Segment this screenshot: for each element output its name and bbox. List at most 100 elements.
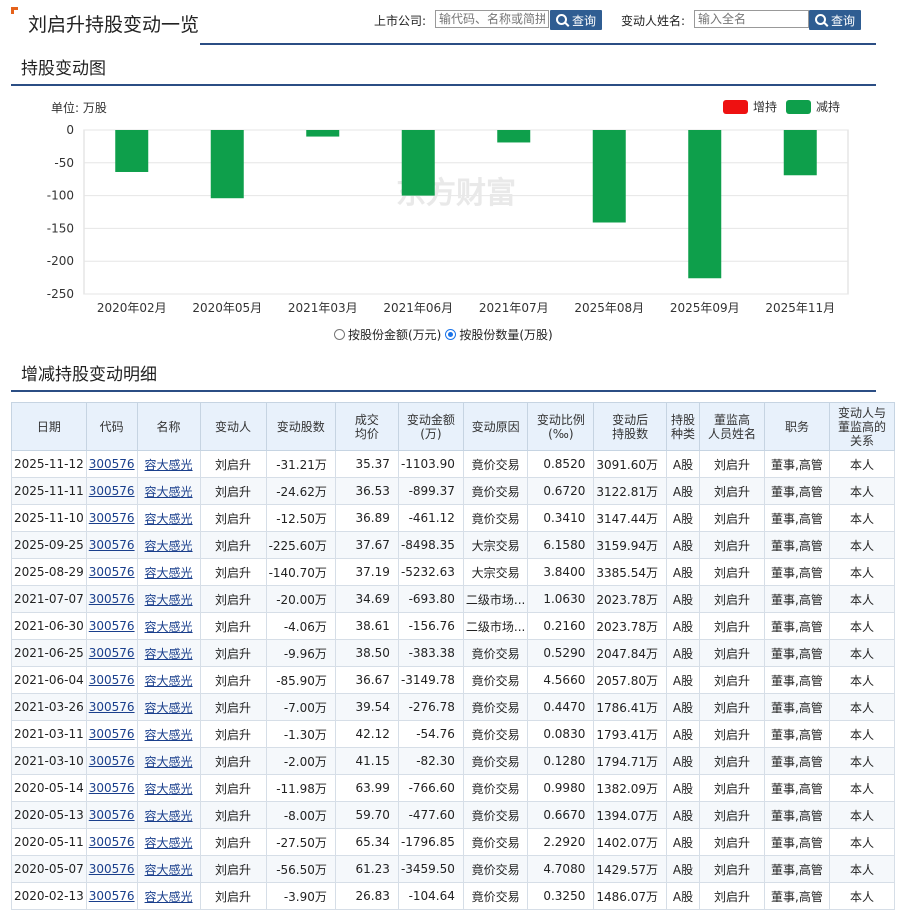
stock-name-link[interactable]: 容大感光 — [145, 755, 193, 769]
stock-code-link[interactable]: 300576 — [89, 835, 135, 849]
table-cell: 刘启升 — [698, 639, 765, 667]
stock-code-link[interactable]: 300576 — [89, 619, 135, 633]
chart-section-divider — [11, 84, 876, 86]
stock-name-link[interactable]: 容大感光 — [145, 566, 193, 580]
stock-name-cell: 容大感光 — [136, 801, 201, 829]
table-row: 2021-03-11 300576 容大感光 刘启升 -1.30万 42.12 -54.76… — [11, 720, 895, 748]
person-search-button[interactable]: 查询 — [809, 10, 861, 30]
x-tick-label: 2021年03月 — [288, 301, 358, 315]
stock-name-link[interactable]: 容大感光 — [145, 458, 193, 472]
table-cell: 本人 — [828, 828, 895, 856]
table-cell: 刘启升 — [199, 801, 267, 829]
column-header: 变动比例 (‰) — [527, 402, 595, 451]
radio-amount-circle[interactable] — [334, 329, 345, 340]
stock-name-link[interactable]: 容大感光 — [145, 512, 193, 526]
table-cell: 董事,高管 — [763, 855, 830, 883]
stock-code-cell: 300576 — [85, 774, 138, 802]
x-tick-label: 2025年11月 — [765, 301, 835, 315]
page-title: 刘启升持股变动一览 — [28, 14, 200, 36]
table-cell: 0.6720 — [527, 477, 595, 505]
stock-name-cell: 容大感光 — [136, 828, 201, 856]
x-tick-label: 2021年06月 — [383, 301, 453, 315]
table-cell: 本人 — [828, 639, 895, 667]
table-row: 2021-06-25 300576 容大感光 刘启升 -9.96万 38.50 -383.3… — [11, 639, 895, 667]
radio-quantity-circle[interactable] — [445, 329, 457, 340]
table-cell: 刘启升 — [199, 585, 267, 613]
stock-name-link[interactable]: 容大感光 — [145, 836, 193, 850]
person-search-input[interactable] — [694, 10, 809, 28]
table-cell: 2020-05-11 — [11, 828, 87, 856]
column-header: 变动股数 — [265, 402, 336, 451]
stock-name-link[interactable]: 容大感光 — [145, 593, 193, 607]
stock-name-cell: 容大感光 — [136, 531, 201, 559]
stock-name-link[interactable]: 容大感光 — [145, 539, 193, 553]
stock-code-link[interactable]: 300576 — [89, 700, 135, 714]
table-cell: 董事,高管 — [763, 450, 830, 478]
table-cell: A股 — [665, 720, 700, 748]
table-cell: -56.50万 — [265, 855, 336, 883]
table-cell: -54.76 — [397, 720, 464, 748]
stock-name-link[interactable]: 容大感光 — [145, 809, 193, 823]
x-tick-label: 2025年09月 — [670, 301, 740, 315]
stock-code-link[interactable]: 300576 — [89, 484, 135, 498]
table-cell: 刘启升 — [199, 666, 267, 694]
stock-name-link[interactable]: 容大感光 — [145, 647, 193, 661]
stock-name-link[interactable]: 容大感光 — [145, 782, 193, 796]
stock-code-cell: 300576 — [85, 693, 138, 721]
table-cell: A股 — [665, 504, 700, 532]
stock-name-link[interactable]: 容大感光 — [145, 674, 193, 688]
table-cell: 董事,高管 — [763, 774, 830, 802]
table-cell: 0.3250 — [527, 882, 595, 910]
search-icon — [555, 13, 567, 25]
stock-name-link[interactable]: 容大感光 — [145, 620, 193, 634]
stock-code-link[interactable]: 300576 — [89, 646, 135, 660]
table-cell: 本人 — [828, 558, 895, 586]
stock-code-cell: 300576 — [85, 666, 138, 694]
stock-code-cell: 300576 — [85, 747, 138, 775]
table-row: 2025-11-12 300576 容大感光 刘启升 -31.21万 35.37 -1103… — [11, 450, 895, 478]
stock-name-link[interactable]: 容大感光 — [145, 701, 193, 715]
table-cell: 刘启升 — [698, 828, 765, 856]
stock-code-link[interactable]: 300576 — [89, 592, 135, 606]
radio-amount[interactable]: 按股份金额(万元) — [334, 326, 441, 343]
title-corner-mark — [11, 7, 18, 14]
stock-code-link[interactable]: 300576 — [89, 808, 135, 822]
stock-code-link[interactable]: 300576 — [89, 754, 135, 768]
stock-name-cell: 容大感光 — [136, 720, 201, 748]
stock-code-link[interactable]: 300576 — [89, 889, 135, 903]
stock-name-link[interactable]: 容大感光 — [145, 863, 193, 877]
table-cell: 刘启升 — [199, 828, 267, 856]
table-cell: 本人 — [828, 531, 895, 559]
table-cell: 刘启升 — [199, 747, 267, 775]
table-cell: 竟价交易 — [462, 882, 529, 910]
stock-code-link[interactable]: 300576 — [89, 565, 135, 579]
stock-code-link[interactable]: 300576 — [89, 538, 135, 552]
stock-name-link[interactable]: 容大感光 — [145, 890, 193, 904]
stock-name-cell: 容大感光 — [136, 558, 201, 586]
company-search-input[interactable] — [435, 10, 549, 28]
table-cell: 36.53 — [334, 477, 399, 505]
company-search-button[interactable]: 查询 — [550, 10, 602, 30]
table-cell: 2020-02-13 — [11, 882, 87, 910]
stock-code-cell: 300576 — [85, 828, 138, 856]
bar-decrease-6 — [688, 130, 722, 279]
stock-code-link[interactable]: 300576 — [89, 673, 135, 687]
column-header: 变动后 持股数 — [593, 402, 667, 451]
chart-section-title: 持股变动图 — [21, 59, 106, 79]
table-cell: -8.00万 — [265, 801, 336, 829]
stock-name-link[interactable]: 容大感光 — [145, 485, 193, 499]
stock-code-link[interactable]: 300576 — [89, 781, 135, 795]
stock-code-link[interactable]: 300576 — [89, 511, 135, 525]
stock-code-link[interactable]: 300576 — [89, 457, 135, 471]
stock-code-link[interactable]: 300576 — [89, 727, 135, 741]
table-row: 2025-08-29 300576 容大感光 刘启升 -140.70万 37.19 -523… — [11, 558, 895, 586]
table-cell: A股 — [665, 585, 700, 613]
table-row: 2021-07-07 300576 容大感光 刘启升 -20.00万 34.69 -693.… — [11, 585, 895, 613]
radio-quantity[interactable]: 按股份数量(万股) — [445, 326, 553, 343]
stock-code-link[interactable]: 300576 — [89, 862, 135, 876]
table-row: 2020-05-13 300576 容大感光 刘启升 -8.00万 59.70 -477.6… — [11, 801, 895, 829]
stock-name-link[interactable]: 容大感光 — [145, 728, 193, 742]
table-cell: 1794.71万 — [593, 747, 667, 775]
table-cell: A股 — [665, 828, 700, 856]
table-cell: 刘启升 — [698, 666, 765, 694]
